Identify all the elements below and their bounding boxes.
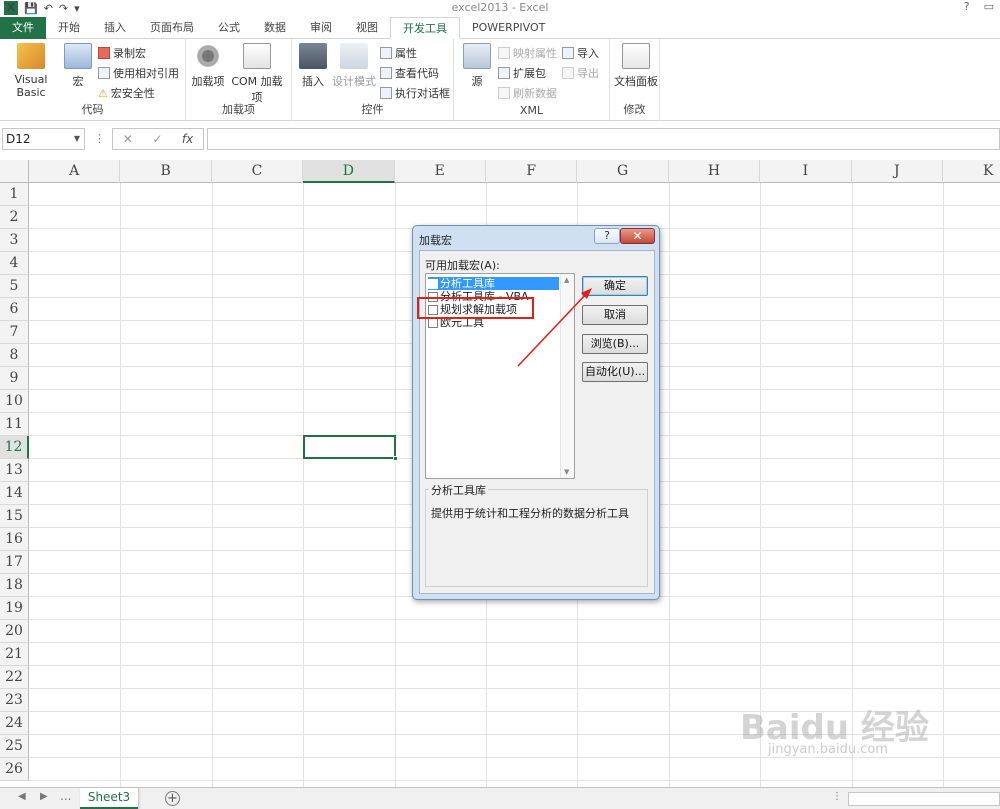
watermark-url: jingyan.baidu.com	[768, 742, 888, 757]
annotation-arrow	[517, 288, 592, 367]
excel-window: X 💾 ↶ ↷ ▾ excel2013 - Excel ? ▭ 文件 开始 插入…	[0, 0, 1000, 809]
